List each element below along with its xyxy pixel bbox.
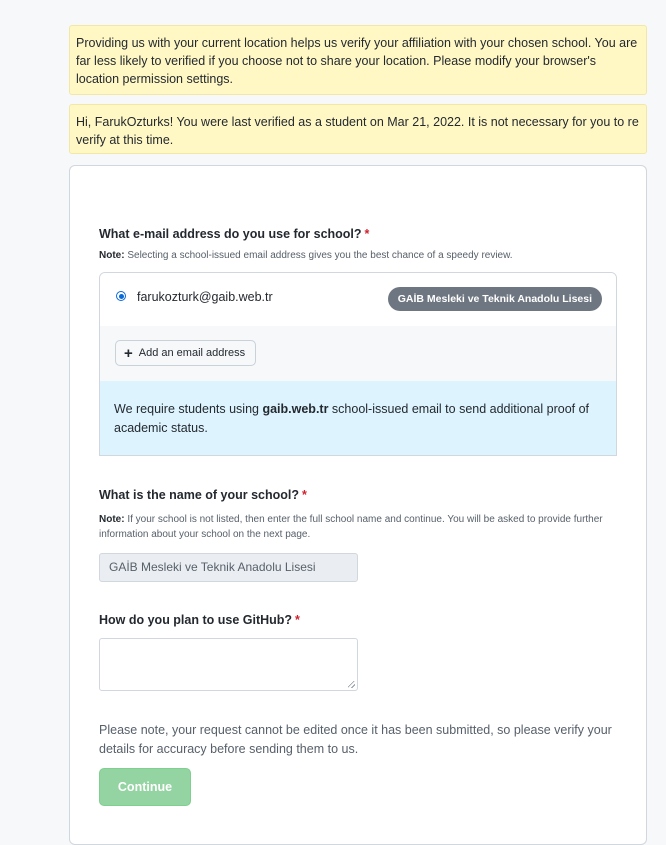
email-address: farukozturk@gaib.web.tr xyxy=(137,290,273,304)
verification-form-card: What e-mail address do you use for schoo… xyxy=(69,165,647,845)
continue-button[interactable]: Continue xyxy=(99,768,191,806)
resize-grip-icon[interactable] xyxy=(348,681,355,688)
school-question-text: What is the name of your school? xyxy=(99,488,300,502)
required-mark: * xyxy=(295,613,300,627)
plus-icon: + xyxy=(124,344,133,362)
add-email-label: Add an email address xyxy=(138,347,246,359)
proof-requirement-notice: We require students using gaib.web.tr sc… xyxy=(100,381,616,455)
email-option-row[interactable]: farukozturk@gaib.web.tr GAİB Mesleki ve … xyxy=(100,273,616,327)
location-warning-alert: Providing us with your current location … xyxy=(69,25,647,95)
school-note: Note: If your school is not listed, then… xyxy=(99,512,619,542)
usage-question-label: How do you plan to use GitHub? * xyxy=(99,613,300,627)
school-note-text: If your school is not listed, then enter… xyxy=(99,514,603,540)
email-radio-selected[interactable] xyxy=(116,291,126,301)
add-email-button[interactable]: + Add an email address xyxy=(115,340,257,366)
info-prefix: We require students using xyxy=(114,402,263,416)
email-note-text: Selecting a school-issued email address … xyxy=(127,250,513,261)
required-mark: * xyxy=(364,227,370,241)
submission-warning: Please note, your request cannot be edit… xyxy=(99,723,612,756)
add-email-row: + Add an email address xyxy=(100,326,616,382)
email-note: Note: Selecting a school-issued email ad… xyxy=(99,248,513,263)
email-options-box: farukozturk@gaib.web.tr GAİB Mesleki ve … xyxy=(99,272,617,456)
school-question-label: What is the name of your school? * xyxy=(99,488,307,502)
email-question-label: What e-mail address do you use for schoo… xyxy=(99,227,369,241)
usage-question-text: How do you plan to use GitHub? xyxy=(99,613,293,627)
email-question-text: What e-mail address do you use for schoo… xyxy=(99,227,362,241)
note-label: Note: xyxy=(99,514,125,525)
school-name-input[interactable]: GAİB Mesleki ve Teknik Anadolu Lisesi xyxy=(99,553,358,582)
github-usage-textarea[interactable] xyxy=(99,638,358,691)
verification-status-text: Hi, FarukOzturks! You were last verified… xyxy=(76,115,639,147)
note-label: Note: xyxy=(99,250,125,261)
school-badge: GAİB Mesleki ve Teknik Anadolu Lisesi xyxy=(387,287,602,311)
info-domain: gaib.web.tr xyxy=(262,402,329,416)
location-warning-text: Providing us with your current location … xyxy=(76,36,638,86)
verification-status-alert: Hi, FarukOzturks! You were last verified… xyxy=(69,104,647,154)
required-mark: * xyxy=(302,488,307,502)
